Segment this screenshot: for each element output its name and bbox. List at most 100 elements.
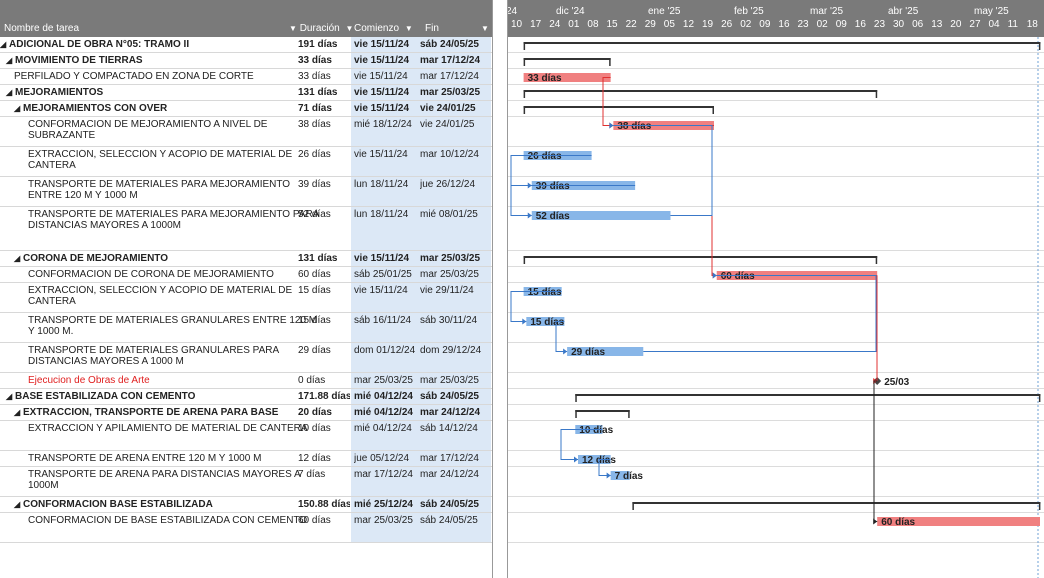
start-cell[interactable]: mar 17/12/24 <box>354 469 426 480</box>
task-name-cell[interactable]: TRANSPORTE DE ARENA ENTRE 120 M Y 1000 M <box>0 453 324 464</box>
table-row[interactable]: ◢ BASE ESTABILIZADA CON CEMENTO 171.88 día… <box>0 389 492 405</box>
summary-bar[interactable] <box>575 410 630 412</box>
task-name-cell[interactable]: ◢ ADICIONAL DE OBRA N°05: TRAMO II <box>0 39 296 50</box>
task-name-cell[interactable]: CONFORMACION DE BASE ESTABILIZADA CON CE… <box>0 515 324 526</box>
end-cell[interactable]: vie 29/11/24 <box>420 285 492 296</box>
collapse-triangle-icon[interactable]: ◢ <box>14 103 23 114</box>
start-cell[interactable]: vie 15/11/24 <box>354 55 426 66</box>
duration-cell[interactable]: 26 días <box>298 149 350 160</box>
task-name-cell[interactable]: TRANSPORTE DE MATERIALES PARA MEJORAMIEN… <box>0 209 324 231</box>
start-cell[interactable]: lun 18/11/24 <box>354 179 426 190</box>
task-name-cell[interactable]: ◢ MEJORAMIENTOS <box>0 87 302 98</box>
duration-cell[interactable]: 131 días <box>298 253 350 264</box>
task-name-cell[interactable]: PERFILADO Y COMPACTADO EN ZONA DE CORTE <box>0 71 310 82</box>
start-cell[interactable]: vie 15/11/24 <box>354 103 426 114</box>
task-name-cell[interactable]: Ejecucion de Obras de Arte <box>0 375 324 386</box>
end-cell[interactable]: mar 17/12/24 <box>420 453 492 464</box>
table-row[interactable]: ◢ MEJORAMIENTOS CON OVER 71 días vie 15/11/… <box>0 101 492 117</box>
filter-arrow-icon[interactable]: ▼ <box>478 23 489 34</box>
table-row[interactable]: TRANSPORTE DE MATERIALES PARA MEJORAMIEN… <box>0 177 492 207</box>
pane-splitter[interactable] <box>492 0 508 578</box>
table-row[interactable]: ◢ MEJORAMIENTOS 131 días vie 15/11/24 mar 25… <box>0 85 492 101</box>
end-cell[interactable]: sáb 24/05/25 <box>420 515 492 526</box>
filter-arrow-icon[interactable]: ▼ <box>405 24 413 33</box>
start-cell[interactable]: mar 25/03/25 <box>354 375 426 386</box>
end-cell[interactable]: mar 17/12/24 <box>420 71 492 82</box>
duration-cell[interactable]: 60 días <box>298 269 350 280</box>
start-cell[interactable]: mié 25/12/24 <box>354 499 426 510</box>
table-row[interactable]: ◢ CONFORMACION BASE ESTABILIZADA 150.88 dí… <box>0 497 492 513</box>
summary-bar[interactable] <box>575 394 1041 396</box>
task-name-cell[interactable]: TRANSPORTE DE ARENA PARA DISTANCIAS MAYO… <box>0 469 324 491</box>
task-name-cell[interactable]: ◢ EXTRACCION, TRANSPORTE DE ARENA PARA BA… <box>0 407 310 418</box>
start-cell[interactable]: mié 04/12/24 <box>354 423 426 434</box>
summary-bar[interactable] <box>523 106 714 108</box>
end-cell[interactable]: vie 24/01/25 <box>420 103 492 114</box>
summary-bar[interactable] <box>523 90 878 92</box>
end-cell[interactable]: mar 25/03/25 <box>420 375 492 386</box>
table-row[interactable]: ◢ EXTRACCION, TRANSPORTE DE ARENA PARA BA… <box>0 405 492 421</box>
task-name-cell[interactable]: EXTRACCIÓN, SELECCIÓN Y ACOPIO DE MATERI… <box>0 285 324 307</box>
start-cell[interactable]: dom 01/12/24 <box>354 345 426 356</box>
table-row[interactable]: EXTRACCION Y APILAMIENTO DE MATERIAL DE … <box>0 421 492 451</box>
table-row[interactable]: TRANSPORTE DE MATERIALES GRANULARES PARA… <box>0 343 492 373</box>
table-row[interactable]: TRANSPORTE DE ARENA PARA DISTANCIAS MAYO… <box>0 467 492 497</box>
table-row[interactable]: Ejecucion de Obras de Arte 0 días mar 25/0… <box>0 373 492 389</box>
task-name-cell[interactable]: ◢ BASE ESTABILIZADA CON CEMENTO <box>0 391 302 402</box>
task-name-cell[interactable]: TRANSPORTE DE MATERIALES PARA MEJORAMIEN… <box>0 179 324 201</box>
collapse-triangle-icon[interactable]: ◢ <box>0 39 9 50</box>
end-cell[interactable]: jue 26/12/24 <box>420 179 492 190</box>
collapse-triangle-icon[interactable]: ◢ <box>6 55 15 66</box>
column-header-end[interactable]: Fin <box>425 23 439 34</box>
end-cell[interactable]: mar 25/03/25 <box>420 269 492 280</box>
start-cell[interactable]: vie 15/11/24 <box>354 87 426 98</box>
start-cell[interactable]: vie 15/11/24 <box>354 253 426 264</box>
end-cell[interactable]: mar 25/03/25 <box>420 87 492 98</box>
duration-cell[interactable]: 191 días <box>298 39 350 50</box>
start-cell[interactable]: lun 18/11/24 <box>354 209 426 220</box>
end-cell[interactable]: mar 24/12/24 <box>420 469 492 480</box>
table-row[interactable]: PERFILADO Y COMPACTADO EN ZONA DE CORTE 3… <box>0 69 492 85</box>
task-name-cell[interactable]: CONFORMACION DE MEJORAMIENTO A NIVEL DE … <box>0 119 324 141</box>
collapse-triangle-icon[interactable]: ◢ <box>14 253 23 264</box>
end-cell[interactable]: mar 17/12/24 <box>420 55 492 66</box>
end-cell[interactable]: sáb 30/11/24 <box>420 315 492 326</box>
duration-cell[interactable]: 33 días <box>298 71 350 82</box>
start-cell[interactable]: vie 15/11/24 <box>354 149 426 160</box>
column-header-duration[interactable]: ▼ Duración ▼ <box>286 23 353 34</box>
end-cell[interactable]: mar 10/12/24 <box>420 149 492 160</box>
duration-cell[interactable]: 7 días <box>298 469 350 480</box>
table-row[interactable]: CONFORMACION DE BASE ESTABILIZADA CON CE… <box>0 513 492 543</box>
start-cell[interactable]: vie 15/11/24 <box>354 39 426 50</box>
collapse-triangle-icon[interactable]: ◢ <box>6 87 15 98</box>
task-name-cell[interactable]: TRANSPORTE DE MATERIALES GRANULARES PARA… <box>0 345 324 367</box>
summary-bar[interactable] <box>523 42 1041 44</box>
table-row[interactable]: TRANSPORTE DE ARENA ENTRE 120 M Y 1000 M… <box>0 451 492 467</box>
table-row[interactable]: ◢ CORONA DE MEJORAMIENTO 131 días vie 15/11… <box>0 251 492 267</box>
filter-arrow-icon[interactable]: ▼ <box>346 24 354 33</box>
collapse-triangle-icon[interactable]: ◢ <box>6 391 15 402</box>
duration-cell[interactable]: 131 días <box>298 87 350 98</box>
task-name-cell[interactable]: EXTRACCION Y APILAMIENTO DE MATERIAL DE … <box>0 423 324 434</box>
start-cell[interactable]: mié 04/12/24 <box>354 407 426 418</box>
duration-cell[interactable]: 150.88 días <box>298 499 350 510</box>
table-row[interactable]: ◢ MOVIMIENTO DE TIERRAS 33 días vie 15/11/2… <box>0 53 492 69</box>
task-name-cell[interactable]: ◢ CORONA DE MEJORAMIENTO <box>0 253 310 264</box>
task-name-cell[interactable]: EXTRACCIÓN, SELECCIÓN Y ACOPIO DE MATERI… <box>0 149 324 171</box>
column-header-name[interactable]: Nombre de tarea <box>4 23 79 34</box>
end-cell[interactable]: dom 29/12/24 <box>420 345 492 356</box>
end-cell[interactable]: sáb 14/12/24 <box>420 423 492 434</box>
duration-cell[interactable]: 29 días <box>298 345 350 356</box>
summary-bar[interactable] <box>632 502 1041 504</box>
start-cell[interactable]: mar 25/03/25 <box>354 515 426 526</box>
start-cell[interactable]: vie 15/11/24 <box>354 71 426 82</box>
start-cell[interactable]: mié 04/12/24 <box>354 391 426 402</box>
duration-cell[interactable]: 15 días <box>298 315 350 326</box>
end-cell[interactable]: vie 24/01/25 <box>420 119 492 130</box>
end-cell[interactable]: mar 24/12/24 <box>420 407 492 418</box>
duration-cell[interactable]: 12 días <box>298 453 350 464</box>
table-row[interactable]: ◢ ADICIONAL DE OBRA N°05: TRAMO II 191 día… <box>0 37 492 53</box>
start-cell[interactable]: sáb 25/01/25 <box>354 269 426 280</box>
duration-cell[interactable]: 15 días <box>298 285 350 296</box>
start-cell[interactable]: mié 18/12/24 <box>354 119 426 130</box>
